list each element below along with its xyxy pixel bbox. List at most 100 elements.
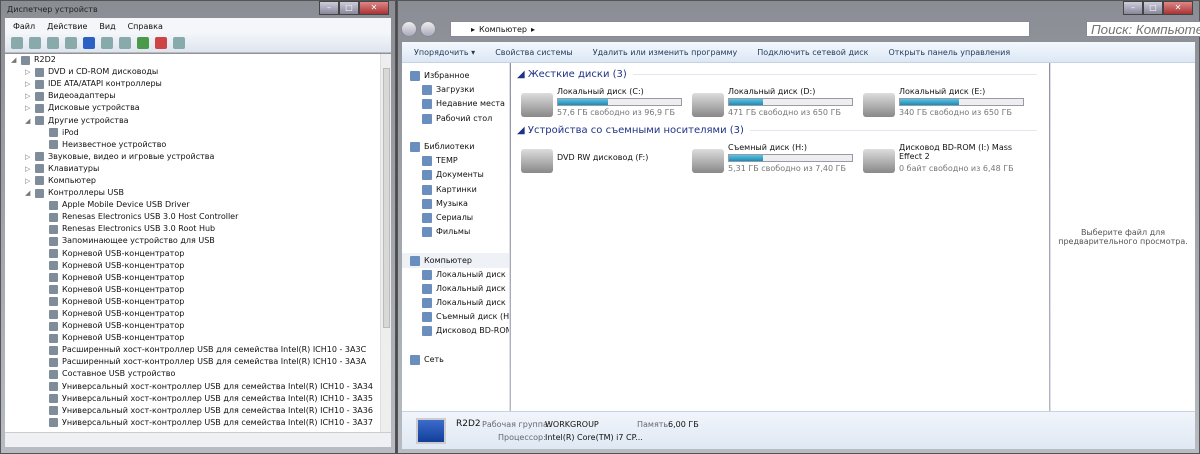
nav-item[interactable]: Недавние места [402,97,509,111]
tree-item[interactable]: ▷ Звуковые, видео и игровые устройства [5,151,391,163]
expand-arrow-icon[interactable]: ▷ [25,66,35,78]
tree-item[interactable]: Apple Mobile Device USB Driver [5,199,391,211]
nav-item[interactable]: Локальный диск (C:) [402,268,509,282]
preview-pane: Выберите файл для предварительного просм… [1050,63,1195,411]
nav-item[interactable]: Избранное [402,69,509,83]
tree-item[interactable]: Корневой USB-концентратор [5,272,391,284]
nav-item[interactable]: Документы [402,168,509,182]
drive-item[interactable]: Съемный диск (H:) 5,31 ГБ свободно из 7,4… [692,143,857,179]
nav-item[interactable]: Рабочий стол [402,112,509,126]
tree-item[interactable]: Универсальный хост-контроллер USB для се… [5,417,391,429]
tree-item[interactable]: Корневой USB-концентратор [5,260,391,272]
system-properties-button[interactable]: Свойства системы [495,48,573,57]
back-icon[interactable] [11,37,23,49]
tree-item[interactable]: Универсальный хост-контроллер USB для се… [5,405,391,417]
tree-item[interactable]: Корневой USB-концентратор [5,284,391,296]
close-button[interactable]: ✕ [1163,1,1193,15]
nav-item[interactable]: Дисковод BD-ROM [402,324,509,338]
map-network-drive-button[interactable]: Подключить сетевой диск [757,48,868,57]
expand-arrow-icon[interactable]: ▷ [25,90,35,102]
tree-item[interactable]: ◢ Контроллеры USB [5,187,391,199]
nav-item[interactable]: Фильмы [402,225,509,239]
tree-item[interactable]: ▷ Компьютер [5,175,391,187]
menu-view[interactable]: Вид [99,22,115,31]
organize-button[interactable]: Упорядочить ▾ [414,48,475,57]
tree-item[interactable]: ◢ R2D2 [5,54,391,66]
breadcrumb-computer[interactable]: Компьютер [479,25,527,34]
tree-item[interactable]: Запоминающее устройство для USB [5,235,391,247]
expand-arrow-icon[interactable]: ▷ [25,163,35,175]
nav-item[interactable]: Библиотеки [402,140,509,154]
drive-item[interactable]: Локальный диск (E:) 340 ГБ свободно из 65… [863,87,1028,123]
expand-arrow-icon[interactable]: ▷ [25,175,35,187]
tree-item[interactable]: Универсальный хост-контроллер USB для се… [5,393,391,405]
search-input[interactable] [1086,21,1200,37]
forward-icon[interactable] [29,37,41,49]
maximize-button[interactable]: □ [339,1,359,15]
maximize-button[interactable]: □ [1143,1,1163,15]
nav-item[interactable]: Локальный диск (D:) [402,282,509,296]
vertical-scrollbar[interactable] [380,54,391,434]
nav-item[interactable]: Картинки [402,183,509,197]
nav-item[interactable]: Съемный диск (H:) [402,310,509,324]
expand-arrow-icon[interactable]: ▷ [25,78,35,90]
drive-item[interactable]: Дисковод BD-ROM (I:) Mass Effect 2 0 байт… [863,143,1028,179]
drive-item[interactable]: Локальный диск (D:) 471 ГБ свободно из 65… [692,87,857,123]
tree-item[interactable]: Renesas Electronics USB 3.0 Host Control… [5,211,391,223]
help-icon[interactable] [83,37,95,49]
tree-item[interactable]: Расширенный хост-контроллер USB для семе… [5,344,391,356]
uninstall-icon[interactable] [155,37,167,49]
tree-item[interactable]: iPod [5,127,391,139]
nav-item[interactable]: Локальный диск (E:) [402,296,509,310]
show-hide-tree-icon[interactable] [47,37,59,49]
tree-item[interactable]: Корневой USB-концентратор [5,332,391,344]
update-driver-icon[interactable] [137,37,149,49]
nav-item[interactable]: Сериалы [402,211,509,225]
group-removable[interactable]: ◢ Устройства со съемными носителями (3) [517,125,1037,136]
nav-item[interactable]: TEMP [402,154,509,168]
tree-item[interactable]: Корневой USB-концентратор [5,248,391,260]
expand-arrow-icon[interactable]: ◢ [11,54,21,66]
drive-item[interactable]: DVD RW дисковод (F:) [521,143,686,179]
tree-item[interactable]: Renesas Electronics USB 3.0 Root Hub [5,223,391,235]
scan-hardware-icon[interactable] [119,37,131,49]
nav-item[interactable]: Загрузки [402,83,509,97]
properties-icon[interactable] [65,37,77,49]
forward-button[interactable] [420,21,436,37]
tree-item[interactable]: Корневой USB-концентратор [5,308,391,320]
open-control-panel-button[interactable]: Открыть панель управления [888,48,1010,57]
uninstall-program-button[interactable]: Удалить или изменить программу [593,48,738,57]
tree-item[interactable]: Неизвестное устройство [5,139,391,151]
tree-item[interactable]: Универсальный хост-контроллер USB для се… [5,381,391,393]
tree-item[interactable]: Составное USB устройство [5,368,391,380]
menu-help[interactable]: Справка [128,22,163,31]
tree-item[interactable]: ◢ Другие устройства [5,114,391,126]
tree-item[interactable]: ▷ Дисковые устройства [5,102,391,114]
nav-item[interactable]: Музыка [402,197,509,211]
address-bar[interactable]: ▸ Компьютер ▸ [450,21,1030,37]
enable-icon[interactable] [173,37,185,49]
expand-arrow-icon[interactable]: ▷ [25,151,35,163]
minimize-button[interactable]: – [319,1,339,15]
tree-item[interactable]: Расширенный хост-контроллер USB для семе… [5,356,391,368]
tree-item[interactable]: ▷ IDE ATA/ATAPI контроллеры [5,78,391,90]
tree-item[interactable]: Корневой USB-концентратор [5,320,391,332]
expand-arrow-icon[interactable]: ◢ [25,115,35,127]
tree-item[interactable]: ▷ Видеоадаптеры [5,90,391,102]
nav-item[interactable]: Компьютер [402,253,509,268]
close-button[interactable]: ✕ [359,1,389,15]
expand-arrow-icon[interactable]: ▷ [25,102,35,114]
nav-item-label: Сеть [424,354,444,364]
minimize-button[interactable]: – [1123,1,1143,15]
back-button[interactable] [401,21,417,37]
tree-item[interactable]: Корневой USB-концентратор [5,296,391,308]
tree-item[interactable]: ▷ Клавиатуры [5,163,391,175]
view-icon[interactable] [101,37,113,49]
tree-item[interactable]: ▷ DVD и CD-ROM дисководы [5,66,391,78]
menu-file[interactable]: Файл [13,22,35,31]
menu-action[interactable]: Действие [47,22,87,31]
expand-arrow-icon[interactable]: ◢ [25,187,35,199]
group-hard-disks[interactable]: ◢ Жесткие диски (3) [517,69,1037,80]
drive-item[interactable]: Локальный диск (C:) 57,6 ГБ свободно из 9… [521,87,686,123]
nav-item[interactable]: Сеть [402,353,509,367]
